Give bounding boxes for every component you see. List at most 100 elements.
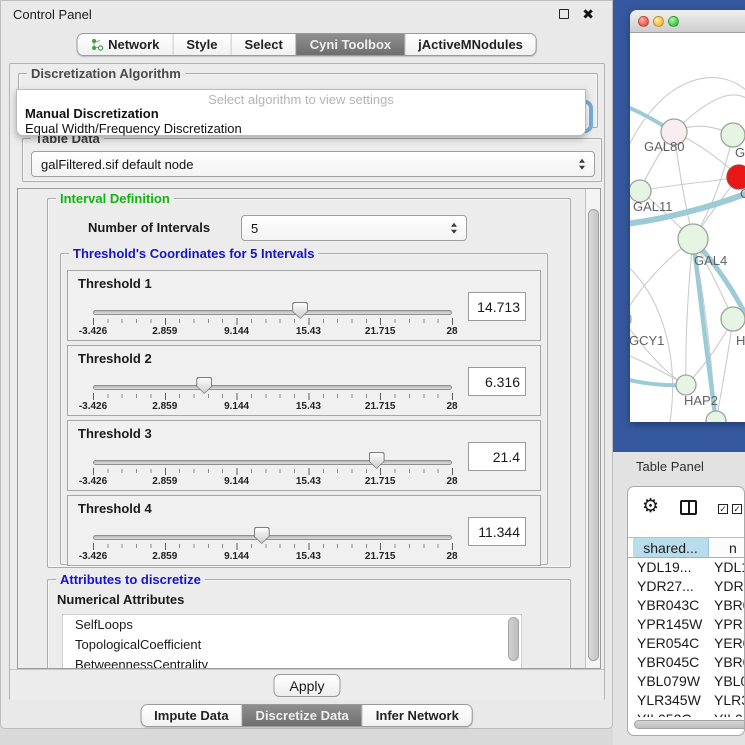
table-data-group: Table Data galFiltered.sif default node [22,138,602,182]
table-row[interactable]: YLR345WYLR3 [628,691,745,710]
slider-tick-labels: -3.4262.8599.14415.4321.71528 [68,476,540,488]
cell-name: YDR2 [709,577,745,596]
dropdown-option-manual[interactable]: Manual Discretization [25,106,159,121]
table-row[interactable]: YBL079WYBL0 [628,672,745,691]
node-top-right[interactable] [721,123,745,147]
vertical-scrollbar[interactable] [585,189,600,668]
slider-track[interactable] [93,385,452,390]
cell-shared-name: YBR045C [633,653,709,672]
threshold-3-panel: Threshold 3 -3.4262.8599.14415.4321.7152… [67,420,541,491]
dropdown-option-equal-width[interactable]: Equal Width/Frequency Discretization [25,121,242,136]
slider-tick-label: -3.426 [79,401,107,412]
tab-select[interactable]: Select [230,34,295,55]
close-button[interactable] [638,16,649,27]
slider-tick-label: 28 [446,401,457,412]
threshold-value-field[interactable]: 21.4 [468,442,526,471]
table-panel: ⚙ ✓ ✓ shared... n YDL19...YDL1YDR27...YD… [627,486,745,736]
apply-button[interactable]: Apply [273,674,340,697]
slider-tick-label: 28 [446,326,457,337]
slider-track[interactable] [93,460,452,465]
node-hap2[interactable] [676,375,696,395]
tab-cyni-toolbox[interactable]: Cyni Toolbox [296,34,404,55]
column-header-shared-name[interactable]: shared... [633,538,709,557]
gear-icon[interactable]: ⚙ [642,495,659,518]
column-header-name[interactable]: n [709,538,745,557]
attributes-list[interactable]: SelfLoopsTopologicalCoefficientBetweenne… [62,614,522,669]
cyni-mode-tabbar: Impute Data Discretize Data Infer Networ… [140,704,473,727]
attributes-group: Attributes to discretize Numerical Attri… [47,579,571,669]
threshold-label: Threshold 3 [78,426,152,441]
table-row[interactable]: YPR145WYPR1 [628,615,745,634]
table-row[interactable]: YBR045CYBR0 [628,653,745,672]
attribute-item[interactable]: BetweennessCentrality [63,655,521,669]
tab-discretize-data[interactable]: Discretize Data [242,705,362,726]
combo-value: galFiltered.sif default node [41,157,193,172]
group-title: Threshold's Coordinates for 5 Intervals [69,246,318,261]
threshold-value-field[interactable]: 6.316 [468,367,526,396]
network-window-titlebar[interactable] [630,10,745,33]
slider-major-ticks [93,468,453,475]
table-row[interactable]: YDL19...YDL1 [628,558,745,577]
number-of-intervals-label: Number of Intervals [88,220,210,235]
window-title: Control Panel [13,7,92,22]
tab-label: Select [244,37,282,52]
node-gcy1[interactable] [630,310,631,328]
slider-tick-label: -3.426 [79,551,107,562]
table-row[interactable]: YER054CYER0 [628,634,745,653]
dropdown-hint: Select algorithm to view settings [17,92,585,107]
node-right-mid[interactable] [721,307,745,331]
checkbox-icon[interactable]: ✓ [732,504,742,514]
minimize-button[interactable] [653,16,664,27]
attribute-item[interactable]: TopologicalCoefficient [63,635,521,655]
threshold-1-panel: Threshold 1 -3.4262.8599.14415.4321.7152… [67,270,541,341]
cell-name: YLR3 [709,691,745,710]
apply-row: Apply [10,669,604,700]
slider-tick-label: -3.426 [79,476,107,487]
table-data-combobox[interactable]: galFiltered.sif default node [31,151,595,177]
close-icon[interactable]: ✖ [582,5,594,23]
table-rows: YDL19...YDL1YDR27...YDR2YBR043CYBR0YPR14… [628,558,745,717]
slider-tick-label: 21.715 [365,401,396,412]
slider-tick-labels: -3.4262.8599.14415.4321.71528 [68,401,540,413]
tab-impute-data[interactable]: Impute Data [141,705,241,726]
scrollbar-thumb[interactable] [634,720,745,729]
tab-label: Network [108,37,159,52]
list-scrollbar[interactable] [508,617,519,661]
thresholds-group: Threshold's Coordinates for 5 Intervals … [60,253,548,565]
slider-track[interactable] [93,310,452,315]
node-bottom[interactable] [706,411,726,422]
node-gal4[interactable] [678,224,708,254]
tab-network[interactable]: Network [77,34,172,55]
threshold-value-field[interactable]: 14.713 [468,292,526,321]
scrollbar-thumb[interactable] [588,209,599,661]
tab-jactivemnodules[interactable]: jActiveMNodules [404,34,536,55]
number-of-intervals-combobox[interactable]: 5 [241,215,467,241]
slider-thumb[interactable] [254,527,270,544]
slider-thumb[interactable] [292,302,308,319]
threshold-value-field[interactable]: 11.344 [468,517,526,546]
table-row[interactable]: YDR27...YDR2 [628,577,745,596]
cell-name: YDL1 [709,558,745,577]
table-row[interactable]: YBR043CYBR0 [628,596,745,615]
slider-thumb[interactable] [196,377,212,394]
horizontal-scrollbar[interactable] [628,719,745,730]
tab-infer-network[interactable]: Infer Network [362,705,472,726]
network-canvas[interactable]: GAL80GCGAL11GAL4GCY1HHAP2 [630,34,745,422]
split-panel-icon[interactable] [680,500,697,515]
network-view-window: GAL80GCGAL11GAL4GCY1HHAP2 [630,10,745,422]
slider-tick-label: 9.144 [224,476,249,487]
slider-track[interactable] [93,535,452,540]
table-panel-title: Table Panel [636,459,704,474]
float-window-icon[interactable] [559,9,569,19]
attribute-item[interactable]: SelfLoops [63,615,521,635]
zoom-button[interactable] [668,16,679,27]
group-title: Interval Definition [56,191,174,206]
table-row[interactable]: YIL052CYIL0 [628,710,745,717]
tab-style[interactable]: Style [172,34,230,55]
control-panel-titlebar[interactable]: Control Panel ✖ [1,1,612,27]
tab-label: Discretize Data [256,708,349,723]
slider-thumb[interactable] [369,452,385,469]
checkbox-icon[interactable]: ✓ [718,504,728,514]
control-panel-window: Control Panel ✖ Network Style Select Cyn… [0,0,613,729]
cell-shared-name: YLR345W [633,691,709,710]
